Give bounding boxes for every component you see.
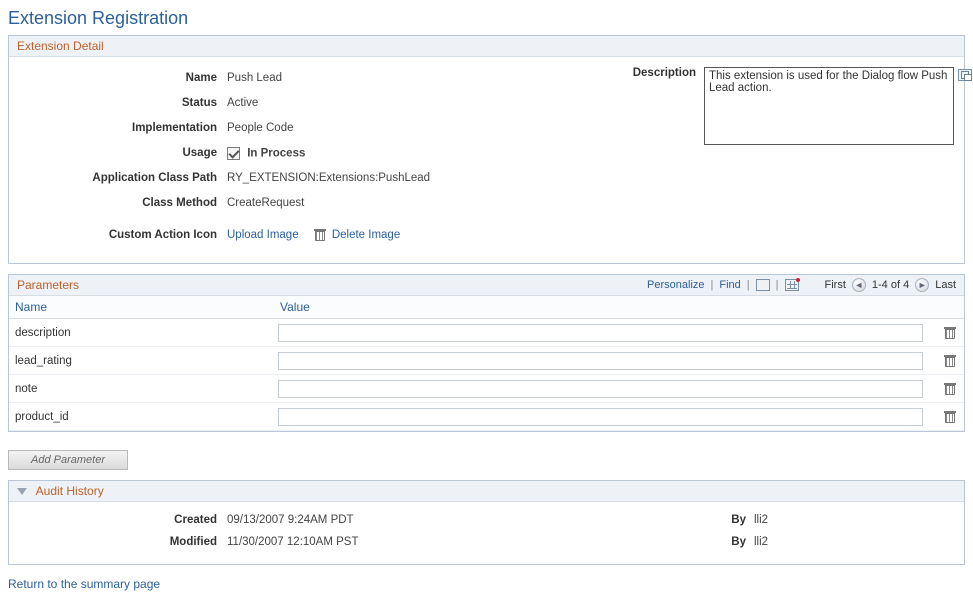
personalize-link[interactable]: Personalize [647,279,704,291]
label-description: Description [633,67,696,79]
value-created-date: 09/13/2007 9:24AM PDT [227,514,716,526]
col-header-value[interactable]: Value [280,300,310,314]
audit-history-box: Audit History Created 09/13/2007 9:24AM … [8,480,965,565]
param-name: product_id [9,411,274,423]
table-row: product_id [9,403,964,431]
extension-detail-header: Extension Detail [9,36,964,57]
parameters-toolbar: Personalize | Find | | First ◄ 1-4 of 4 … [647,278,956,292]
return-link[interactable]: Return to the summary page [8,577,965,591]
param-name: note [9,383,274,395]
upload-image-link[interactable]: Upload Image [227,229,299,241]
label-class-method: Class Method [19,197,227,209]
param-value-input[interactable] [278,380,923,398]
range-label: 1-4 of 4 [872,279,909,291]
value-modified-date: 11/30/2007 12:10AM PST [227,536,716,548]
value-usage: In Process [247,147,305,159]
find-link[interactable]: Find [719,279,740,291]
param-value-input[interactable] [278,324,923,342]
usage-checkbox[interactable] [227,147,240,160]
description-textarea[interactable] [704,67,954,145]
label-created: Created [19,514,227,526]
expand-description-icon[interactable] [958,69,972,81]
audit-history-header[interactable]: Audit History [9,481,964,502]
label-created-by: By [716,514,754,526]
view-all-icon[interactable] [756,279,770,291]
value-modified-by: lli2 [754,536,954,548]
label-implementation: Implementation [19,122,227,134]
label-modified: Modified [19,536,227,548]
page-title: Extension Registration [8,8,965,29]
value-implementation: People Code [227,122,294,134]
label-modified-by: By [716,536,754,548]
delete-row-icon[interactable] [945,411,955,423]
delete-image-link[interactable]: Delete Image [332,229,400,241]
value-created-by: lli2 [754,514,954,526]
param-value-input[interactable] [278,352,923,370]
label-usage: Usage [19,147,227,159]
audit-history-title: Audit History [36,484,104,498]
value-name: Push Lead [227,72,282,84]
param-name: lead_rating [9,355,274,367]
label-status: Status [19,97,227,109]
parameters-box: Parameters Personalize | Find | | First … [8,274,965,432]
table-row: lead_rating [9,347,964,375]
delete-row-icon[interactable] [945,383,955,395]
value-class-method: CreateRequest [227,197,304,209]
label-app-class-path: Application Class Path [19,172,227,184]
label-name: Name [19,72,227,84]
param-value-input[interactable] [278,408,923,426]
next-arrow-icon[interactable]: ► [915,278,929,292]
param-rows: description lead_ratingnote product_id [9,319,964,431]
col-header-name[interactable]: Name [15,300,47,314]
table-row: description [9,319,964,347]
value-app-class-path: RY_EXTENSION:Extensions:PushLead [227,172,430,184]
add-parameter-button[interactable]: Add Parameter [8,450,128,470]
delete-image-link-wrap[interactable]: Delete Image [315,229,401,241]
param-name: description [9,327,274,339]
delete-row-icon[interactable] [945,355,955,367]
collapse-icon[interactable] [17,488,27,495]
prev-arrow-icon[interactable]: ◄ [852,278,866,292]
trash-icon [315,229,325,241]
label-custom-icon: Custom Action Icon [19,229,227,241]
last-label: Last [935,279,956,291]
download-icon[interactable] [785,279,799,291]
parameters-header: Parameters [17,278,79,292]
delete-row-icon[interactable] [945,327,955,339]
first-label: First [825,279,846,291]
value-status: Active [227,97,258,109]
table-row: note [9,375,964,403]
extension-detail-box: Extension Detail Name Push Lead Status A… [8,35,965,264]
